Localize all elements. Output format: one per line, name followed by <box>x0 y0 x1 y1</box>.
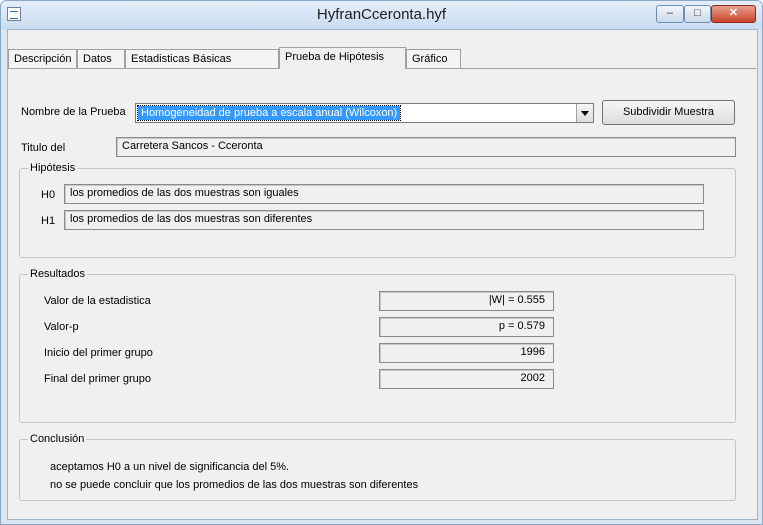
app-window: HyfranCceronta.hyf – □ ✕ Descripción Dat… <box>0 0 763 525</box>
conclusion-line-2: no se puede concluir que los promedios d… <box>50 479 419 491</box>
test-select[interactable]: Homogeneidad de prueba a escala anual (W… <box>135 103 594 123</box>
tab-estadisticas-basicas[interactable]: Estadisticas Básicas <box>125 49 279 68</box>
window-title: HyfranCceronta.hyf <box>316 6 447 23</box>
conclusion-legend: Conclusión <box>28 433 87 445</box>
split-sample-button[interactable]: Subdividir Muestra <box>602 100 735 125</box>
final-grupo-label: Final del primer grupo <box>44 373 151 385</box>
h0-field[interactable]: los promedios de las dos muestras son ig… <box>64 184 704 204</box>
hipotesis-legend: Hipótesis <box>28 162 78 174</box>
maximize-button[interactable]: □ <box>684 5 711 23</box>
tab-prueba-de-hipotesis[interactable]: Prueba de Hipótesis <box>279 47 406 69</box>
h0-label: H0 <box>41 189 56 201</box>
inicio-grupo-value: 1996 <box>379 343 554 363</box>
final-grupo-value: 2002 <box>379 369 554 389</box>
tab-descripcion[interactable]: Descripción <box>8 49 77 68</box>
estadistica-value: |W| = 0.555 <box>379 291 554 311</box>
titulo-label: Titulo del <box>21 142 66 154</box>
h1-field[interactable]: los promedios de las dos muestras son di… <box>64 210 704 230</box>
titulo-field[interactable]: Carretera Sancos - Cceronta <box>116 137 736 157</box>
conclusion-line-1: aceptamos H0 a un nivel de significancia… <box>50 461 290 473</box>
test-select-value: Homogeneidad de prueba a escala anual (W… <box>136 105 402 121</box>
h1-label: H1 <box>41 215 56 227</box>
valor-p-label: Valor-p <box>44 321 79 333</box>
valor-p-value: p = 0.579 <box>379 317 554 337</box>
chevron-down-icon[interactable] <box>576 104 593 122</box>
estadistica-label: Valor de la estadistica <box>44 295 151 307</box>
client-area: Descripción Datos Estadisticas Básicas P… <box>7 29 758 520</box>
tab-datos[interactable]: Datos <box>77 49 125 68</box>
resultados-group: Resultados Valor de la estadistica |W| =… <box>19 268 736 423</box>
minimize-button[interactable]: – <box>656 5 684 23</box>
title-bar[interactable]: HyfranCceronta.hyf – □ ✕ <box>1 1 762 29</box>
test-name-label: Nombre de la Prueba <box>21 106 126 118</box>
tab-grafico[interactable]: Gráfico <box>406 49 461 68</box>
conclusion-group: Conclusión aceptamos H0 a un nivel de si… <box>19 433 736 501</box>
resultados-legend: Resultados <box>28 268 88 280</box>
close-button[interactable]: ✕ <box>711 5 756 23</box>
hypothesis-test-panel: Nombre de la Prueba Homogeneidad de prue… <box>8 68 756 519</box>
inicio-grupo-label: Inicio del primer grupo <box>44 347 153 359</box>
hipotesis-group: Hipótesis H0 los promedios de las dos mu… <box>19 162 736 258</box>
